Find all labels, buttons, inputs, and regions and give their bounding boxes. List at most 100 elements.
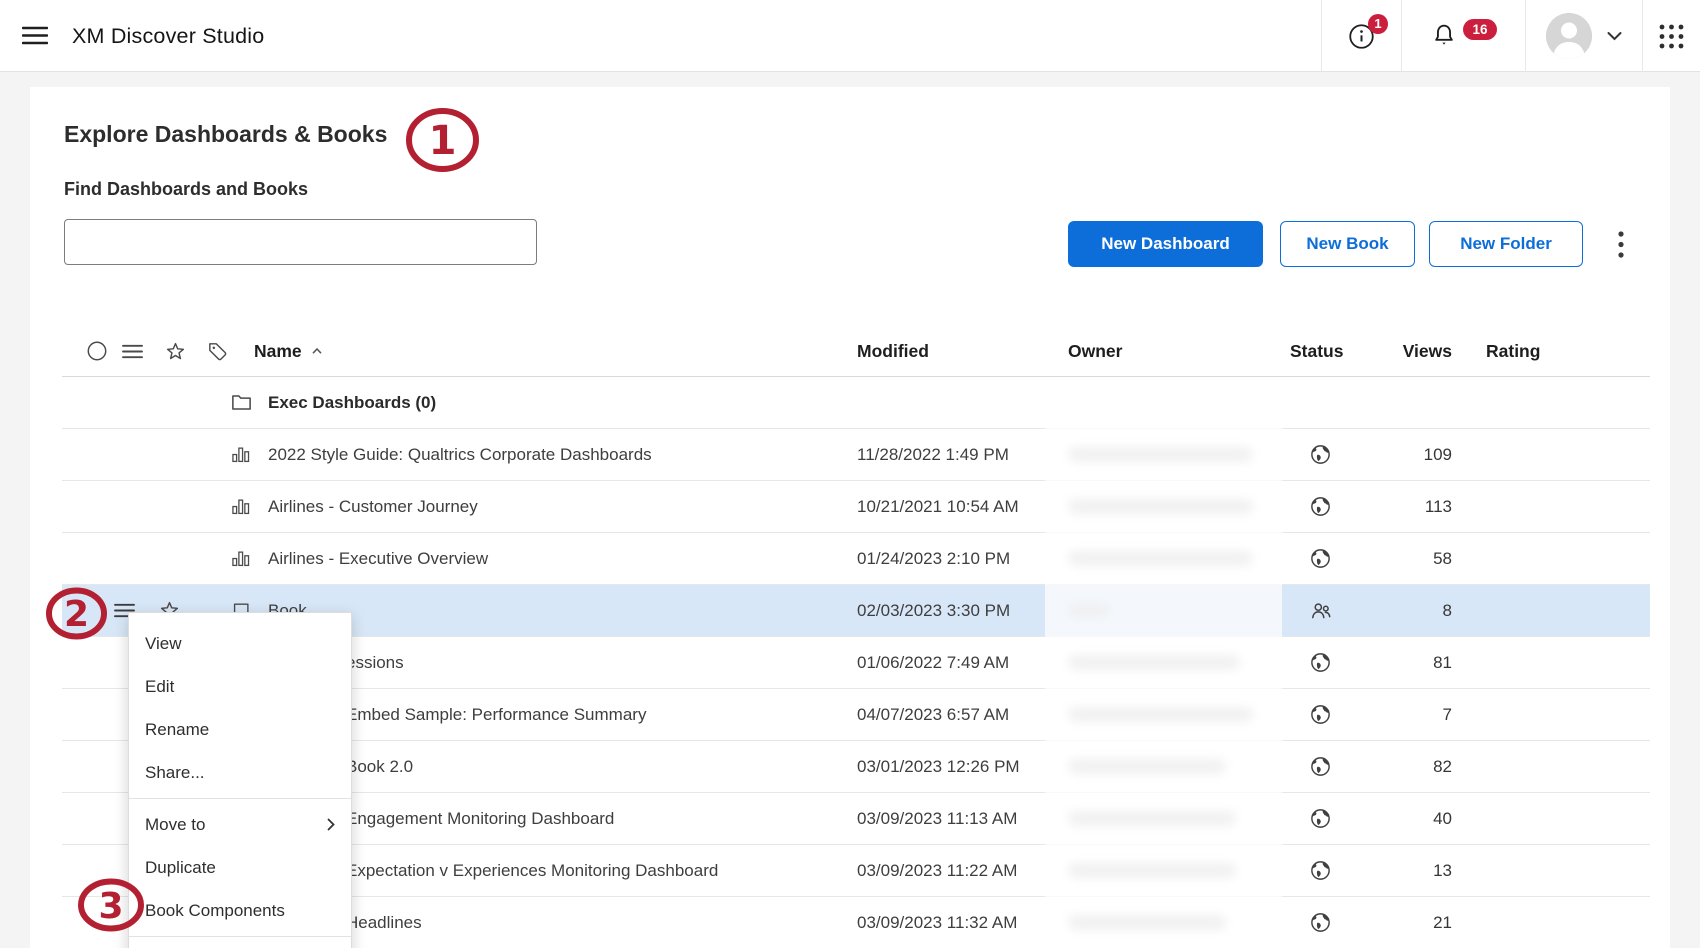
main-menu-icon[interactable]: [22, 26, 48, 45]
row-views: 13: [1330, 845, 1452, 896]
xm-discover-studio-page: XM Discover Studio 1 16: [0, 0, 1700, 948]
menu-divider: [129, 936, 351, 937]
label-tag-icon[interactable]: [206, 326, 229, 376]
app-title: XM Discover Studio: [72, 0, 264, 72]
dashboard-chart-icon: [230, 429, 252, 480]
row-owner-blurred: [1068, 429, 1253, 480]
folder-icon: [230, 377, 253, 428]
menu-lines-icon[interactable]: [122, 326, 143, 376]
row-views: 113: [1330, 481, 1452, 532]
select-all-circle-icon[interactable]: [86, 326, 108, 376]
status-public-globe-icon: [1309, 897, 1332, 948]
table-row-folder[interactable]: Exec Dashboards (0): [62, 377, 1650, 429]
menu-item-share[interactable]: Share...: [129, 751, 351, 794]
new-book-button[interactable]: New Book: [1280, 221, 1415, 267]
row-views: 58: [1330, 533, 1452, 584]
avatar: [1546, 13, 1592, 59]
status-public-globe-icon: [1309, 429, 1332, 480]
waffle-grid-icon: [1658, 23, 1685, 50]
row-views: 40: [1330, 793, 1452, 844]
menu-item-label: Move to: [145, 815, 205, 835]
favorite-star-icon[interactable]: [164, 326, 187, 376]
context-menu: View Edit Rename Share... Move to Duplic…: [128, 612, 352, 948]
account-menu[interactable]: [1525, 0, 1642, 72]
row-name: Airlines - Customer Journey: [268, 481, 478, 532]
row-owner-blurred: [1068, 845, 1236, 896]
info-badge: 1: [1368, 14, 1388, 34]
status-public-globe-icon: [1309, 845, 1332, 896]
row-modified: 01/06/2022 7:49 AM: [857, 637, 1009, 688]
row-modified: 03/09/2023 11:22 AM: [857, 845, 1017, 896]
info-notifications[interactable]: 1: [1321, 0, 1401, 72]
dashboard-chart-icon: [230, 533, 252, 584]
row-name: Engagement Monitoring Dashboard: [346, 793, 614, 844]
menu-divider: [129, 798, 351, 799]
row-owner-blurred: [1068, 741, 1226, 792]
row-owner-blurred: [1068, 585, 1110, 636]
menu-item-move-to[interactable]: Move to: [129, 803, 351, 846]
top-bar: XM Discover Studio 1 16: [0, 0, 1700, 72]
row-name: essions: [346, 637, 404, 688]
status-public-globe-icon: [1309, 637, 1332, 688]
page-title: Explore Dashboards & Books: [64, 121, 387, 148]
row-modified: 10/21/2021 10:54 AM: [857, 481, 1019, 532]
table-row[interactable]: Airlines - Customer Journey 10/21/2021 1…: [62, 481, 1650, 533]
row-views: 7: [1330, 689, 1452, 740]
notifications[interactable]: 16: [1401, 0, 1525, 72]
row-name: 2022 Style Guide: Qualtrics Corporate Da…: [268, 429, 652, 480]
bell-icon: [1430, 22, 1458, 50]
row-name: Expectation v Experiences Monitoring Das…: [346, 845, 718, 896]
more-actions-kebab-icon[interactable]: [1612, 231, 1630, 258]
row-modified: 02/03/2023 3:30 PM: [857, 585, 1010, 636]
row-owner-blurred: [1068, 637, 1240, 688]
menu-item-duplicate[interactable]: Duplicate: [129, 846, 351, 889]
column-header-modified[interactable]: Modified: [857, 326, 929, 376]
table-row[interactable]: 2022 Style Guide: Qualtrics Corporate Da…: [62, 429, 1650, 481]
row-name: Embed Sample: Performance Summary: [346, 689, 646, 740]
row-modified: 03/09/2023 11:32 AM: [857, 897, 1017, 948]
status-public-globe-icon: [1309, 533, 1332, 584]
status-public-globe-icon: [1309, 793, 1332, 844]
chevron-down-icon: [1607, 31, 1622, 41]
status-public-globe-icon: [1309, 741, 1332, 792]
menu-item-rename[interactable]: Rename: [129, 708, 351, 751]
row-owner-blurred: [1068, 689, 1253, 740]
new-folder-button[interactable]: New Folder: [1429, 221, 1583, 267]
row-views: 21: [1330, 897, 1452, 948]
row-views: 82: [1330, 741, 1452, 792]
row-modified: 01/24/2023 2:10 PM: [857, 533, 1010, 584]
column-header-views[interactable]: Views: [1330, 326, 1452, 376]
column-header-owner[interactable]: Owner: [1068, 326, 1122, 376]
find-label: Find Dashboards and Books: [64, 179, 308, 200]
table-row[interactable]: Airlines - Executive Overview 01/24/2023…: [62, 533, 1650, 585]
row-modified: 04/07/2023 6:57 AM: [857, 689, 1009, 740]
row-name: Exec Dashboards (0): [268, 377, 436, 428]
row-views: 8: [1330, 585, 1452, 636]
menu-item-book-components[interactable]: Book Components: [129, 889, 351, 932]
status-public-globe-icon: [1309, 689, 1332, 740]
menu-item-view[interactable]: View: [129, 622, 351, 665]
row-owner-blurred: [1068, 897, 1226, 948]
bell-badge: 16: [1463, 19, 1497, 40]
row-views: 81: [1330, 637, 1452, 688]
row-modified: 03/09/2023 11:13 AM: [857, 793, 1017, 844]
row-owner-blurred: [1068, 533, 1253, 584]
app-switcher[interactable]: [1642, 0, 1700, 72]
chevron-right-icon: [327, 818, 335, 831]
table-header: Name Modified Owner Status Views Rating: [62, 326, 1650, 377]
row-name: Headlines: [346, 897, 422, 948]
status-public-globe-icon: [1309, 481, 1332, 532]
search-input[interactable]: [64, 219, 537, 265]
row-name: Airlines - Executive Overview: [268, 533, 488, 584]
sort-asc-icon: [311, 347, 323, 355]
row-owner-blurred: [1068, 481, 1253, 532]
row-name: Book 2.0: [346, 741, 413, 792]
row-modified: 03/01/2023 12:26 PM: [857, 741, 1020, 792]
dashboard-chart-icon: [230, 481, 252, 532]
menu-item-edit[interactable]: Edit: [129, 665, 351, 708]
column-header-name[interactable]: Name: [254, 326, 323, 376]
column-header-rating[interactable]: Rating: [1486, 326, 1540, 376]
row-views: 109: [1330, 429, 1452, 480]
row-modified: 11/28/2022 1:49 PM: [857, 429, 1009, 480]
new-dashboard-button[interactable]: New Dashboard: [1068, 221, 1263, 267]
